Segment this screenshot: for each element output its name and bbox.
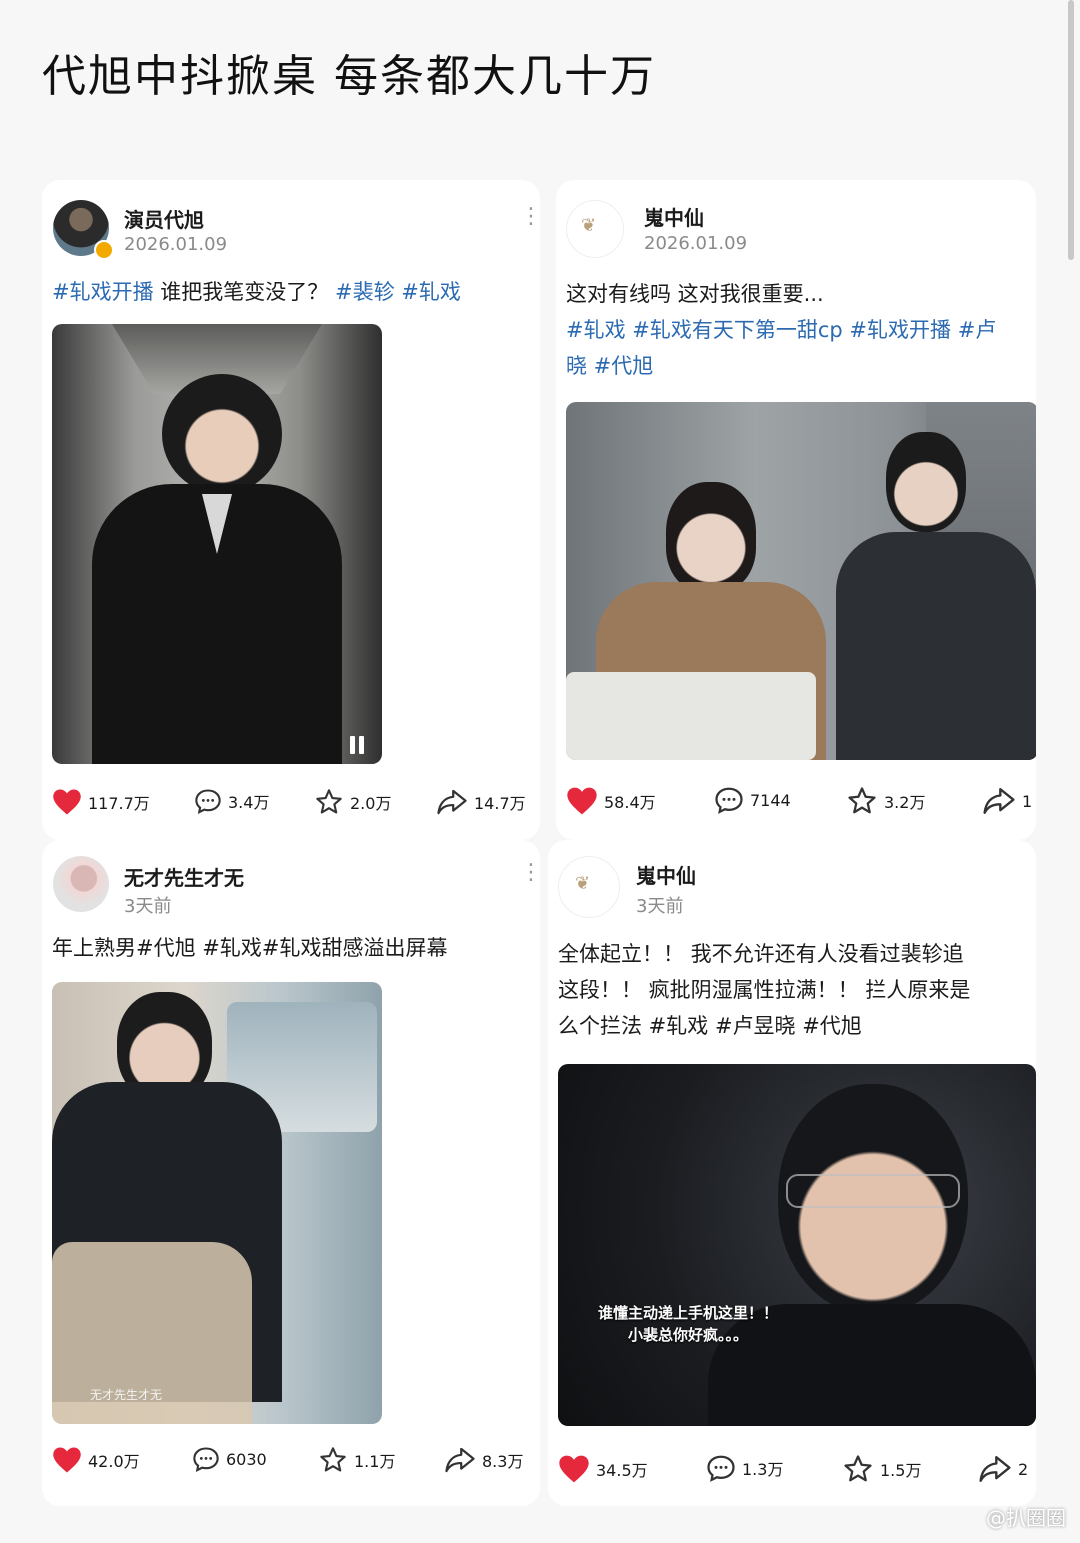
avatar[interactable]: ❦ bbox=[558, 856, 620, 918]
share-stat[interactable]: 2 bbox=[978, 1454, 1028, 1484]
post-date: 2026.01.09 bbox=[644, 233, 748, 254]
like-count: 42.0万 bbox=[88, 1452, 140, 1471]
comment-icon bbox=[193, 1447, 219, 1472]
post-video[interactable]: 无才先生才无 bbox=[52, 982, 382, 1424]
subtitle-line: 谁懂主动递上手机这里！！ bbox=[597, 1304, 778, 1322]
star-icon bbox=[848, 787, 876, 814]
share-icon bbox=[437, 789, 467, 815]
favorite-count: 1.1万 bbox=[354, 1452, 396, 1471]
favorite-stat[interactable]: 3.2万 bbox=[846, 786, 925, 816]
post-video[interactable] bbox=[52, 324, 382, 764]
star-icon bbox=[844, 1455, 872, 1482]
calligraphy-logo-icon: ❦ bbox=[575, 873, 591, 894]
video-subtitle: 谁懂主动递上手机这里！！ 小裴总你好疯。。。 bbox=[578, 1302, 798, 1346]
like-stat[interactable]: 42.0万 bbox=[52, 1446, 140, 1474]
scrollbar[interactable] bbox=[1068, 0, 1074, 260]
comment-icon bbox=[707, 1455, 735, 1482]
hashtag[interactable]: #轧戏开播 bbox=[52, 280, 154, 304]
calligraphy-logo-icon: ❦ bbox=[581, 215, 597, 236]
like-count: 34.5万 bbox=[596, 1461, 648, 1480]
hashtag[interactable]: #裴轸 bbox=[328, 280, 395, 304]
post-text: #轧戏开播 谁把我笔变没了？ #裴轸 #轧戏 bbox=[52, 274, 532, 310]
post-text-line: 这段！！ 疯批阴湿属性拉满！！ 拦人原来是 bbox=[558, 978, 971, 1002]
more-options-icon[interactable]: ⋮ bbox=[520, 862, 540, 884]
post-text: 年上熟男#代旭 #轧戏#轧戏甜感溢出屏幕 bbox=[52, 936, 448, 960]
man-suit bbox=[836, 532, 1036, 760]
share-stat[interactable]: 1 bbox=[982, 786, 1032, 816]
more-options-icon[interactable]: ⋮ bbox=[520, 206, 540, 228]
glasses bbox=[786, 1174, 960, 1208]
comment-icon bbox=[195, 789, 221, 814]
favorite-stat[interactable]: 2.0万 bbox=[314, 788, 391, 816]
man-head bbox=[886, 432, 966, 532]
post-caption: 谁把我笔变没了？ bbox=[153, 280, 329, 304]
favorite-count: 3.2万 bbox=[884, 793, 926, 812]
share-icon bbox=[979, 1456, 1011, 1482]
like-count: 58.4万 bbox=[604, 793, 656, 812]
post-date: 3天前 bbox=[636, 896, 684, 917]
comment-stat[interactable]: 1.3万 bbox=[706, 1454, 783, 1482]
post-card[interactable]: 无才先生才无 3天前 ⋮ 年上熟男#代旭 #轧戏#轧戏甜感溢出屏幕 无才先生才无… bbox=[42, 840, 540, 1506]
author-name[interactable]: 演员代旭 bbox=[124, 204, 204, 233]
comment-count: 7144 bbox=[750, 790, 791, 810]
post-date: 3天前 bbox=[124, 896, 172, 917]
subtitle-line: 小裴总你好疯。。。 bbox=[627, 1326, 748, 1344]
comment-count: 1.3万 bbox=[742, 1460, 784, 1479]
avatar[interactable] bbox=[53, 856, 109, 912]
favorite-count: 2.0万 bbox=[350, 794, 392, 813]
author-name[interactable]: 嵬中仙 bbox=[636, 860, 696, 889]
share-stat[interactable]: 14.7万 bbox=[436, 788, 526, 816]
post-video[interactable] bbox=[566, 402, 1036, 760]
page-title: 代旭中抖掀桌 每条都大几十万 bbox=[42, 51, 656, 102]
heart-icon bbox=[53, 1447, 81, 1473]
comment-count: 3.4万 bbox=[228, 793, 270, 812]
like-stat[interactable]: 58.4万 bbox=[566, 786, 656, 816]
heart-icon bbox=[559, 1455, 589, 1483]
like-count: 117.7万 bbox=[88, 794, 150, 813]
like-stat[interactable]: 34.5万 bbox=[558, 1454, 648, 1484]
favorite-count: 1.5万 bbox=[880, 1461, 922, 1480]
star-icon bbox=[320, 1447, 346, 1472]
verified-badge-icon bbox=[94, 240, 114, 260]
star-icon bbox=[316, 789, 342, 814]
post-video[interactable]: 谁懂主动递上手机这里！！ 小裴总你好疯。。。 bbox=[558, 1064, 1036, 1426]
comment-icon bbox=[715, 787, 743, 814]
post-caption: 么个拦法 #轧戏 #卢昱晓 #代旭 bbox=[558, 1014, 862, 1038]
share-icon bbox=[983, 788, 1015, 814]
pause-icon[interactable] bbox=[350, 736, 364, 754]
comment-stat[interactable]: 6030 bbox=[192, 1446, 267, 1472]
share-count: 1 bbox=[1022, 791, 1033, 811]
watermark-text: 无才先生才无 bbox=[90, 1388, 163, 1402]
hashtag-line[interactable]: 晓 #代旭 bbox=[566, 348, 1036, 384]
favorite-stat[interactable]: 1.5万 bbox=[842, 1454, 921, 1484]
comment-stat[interactable]: 3.4万 bbox=[194, 788, 269, 814]
post-text-line: 么个拦法 #轧戏 #卢昱晓 #代旭 bbox=[558, 1008, 1036, 1044]
hashtag[interactable]: #轧戏 bbox=[395, 280, 461, 304]
author-name[interactable]: 嵬中仙 bbox=[644, 202, 704, 231]
comment-count: 6030 bbox=[226, 1449, 267, 1469]
post-card[interactable]: 演员代旭 2026.01.09 ⋮ #轧戏开播 谁把我笔变没了？ #裴轸 #轧戏… bbox=[42, 180, 540, 840]
avatar[interactable]: ❦ bbox=[566, 200, 624, 258]
white-box bbox=[566, 672, 816, 760]
share-icon bbox=[445, 1447, 475, 1473]
woman-head bbox=[666, 482, 756, 592]
comment-stat[interactable]: 7144 bbox=[714, 786, 791, 814]
share-count: 14.7万 bbox=[474, 794, 526, 813]
share-count: 2 bbox=[1018, 1459, 1029, 1479]
post-card[interactable]: ❦ 嵬中仙 2026.01.09 这对有线吗 这对我很重要... #轧戏 #轧戏… bbox=[556, 180, 1036, 840]
post-text-line: 全体起立！！ 我不允许还有人没看过裴轸追 bbox=[558, 942, 964, 966]
favorite-stat[interactable]: 1.1万 bbox=[318, 1446, 395, 1474]
author-name[interactable]: 无才先生才无 bbox=[124, 862, 244, 891]
person-figure bbox=[162, 374, 282, 494]
post-card[interactable]: ❦ 嵬中仙 3天前 全体起立！！ 我不允许还有人没看过裴轸追 这段！！ 疯批阴湿… bbox=[548, 840, 1036, 1506]
post-date: 2026.01.09 bbox=[124, 234, 228, 255]
hashtag-line[interactable]: #轧戏 #轧戏有天下第一甜cp #轧戏开播 #卢 bbox=[566, 312, 1036, 348]
post-text-line: 这对有线吗 这对我很重要... bbox=[566, 282, 824, 306]
share-stat[interactable]: 8.3万 bbox=[444, 1446, 523, 1474]
share-count: 8.3万 bbox=[482, 1452, 524, 1471]
like-stat[interactable]: 117.7万 bbox=[52, 788, 150, 816]
heart-icon bbox=[567, 787, 597, 815]
heart-icon bbox=[53, 789, 81, 815]
weibo-watermark: @扒圈圈 bbox=[986, 1506, 1066, 1530]
